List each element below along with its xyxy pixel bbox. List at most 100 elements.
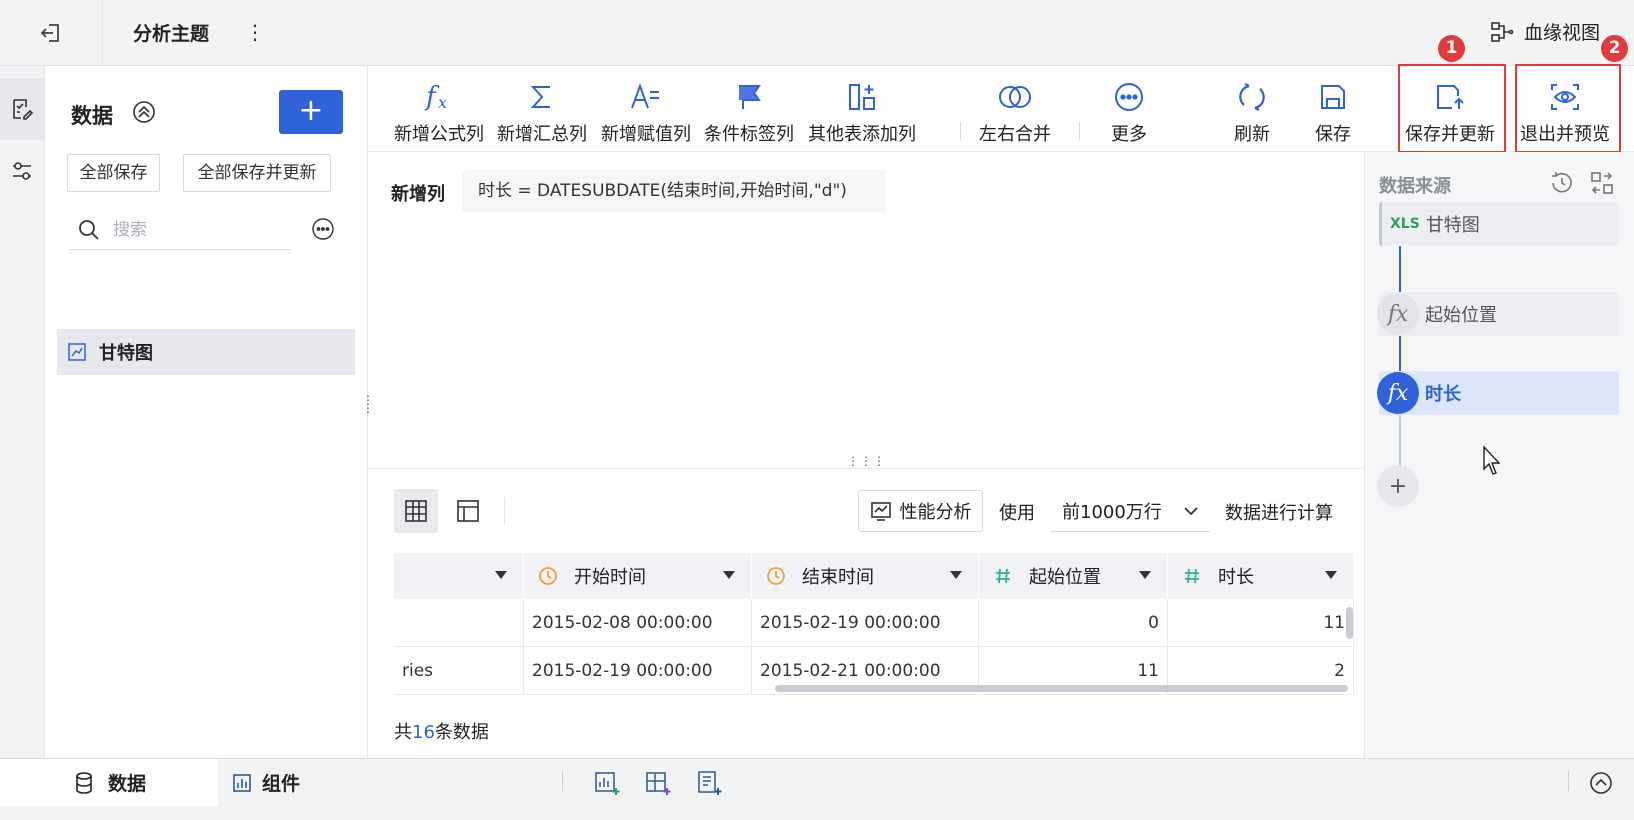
data-source-title: 数据来源 xyxy=(1379,176,1451,197)
bottom-separator xyxy=(562,771,563,791)
tool-label: 更多 xyxy=(1111,124,1147,145)
excel-icon: XLS xyxy=(1390,216,1420,232)
preview-resize-handle[interactable]: ⋮⋮⋮ xyxy=(847,455,886,467)
lineage-view-button[interactable]: 血缘视图 xyxy=(1490,18,1600,45)
table-cell xyxy=(394,599,524,647)
merge-left-right-button[interactable]: 左右合并 xyxy=(975,66,1055,152)
add-report-icon[interactable] xyxy=(696,770,724,796)
column-header-start-position[interactable]: 起始位置 xyxy=(979,553,1168,599)
save-all-button[interactable]: 全部保存 xyxy=(67,154,160,192)
tree-item-gantt[interactable]: 甘特图 xyxy=(57,329,355,375)
merge-icon xyxy=(999,86,1031,108)
dataset-edit-icon xyxy=(13,99,34,120)
clock-icon xyxy=(539,567,557,585)
expand-up-icon[interactable] xyxy=(1588,770,1616,796)
column-header-text[interactable] xyxy=(394,553,524,599)
step-badge-2: 2 xyxy=(1601,35,1628,62)
add-column-from-other-table-button[interactable]: 其他表添加列 xyxy=(805,66,919,152)
caret-down-icon[interactable] xyxy=(495,571,507,579)
table-horizontal-scrollbar[interactable] xyxy=(775,685,1348,692)
layout-view-button[interactable] xyxy=(446,489,490,533)
top-bar: 分析主题 ⋮ 血缘视图 xyxy=(0,0,1634,66)
layout-view-icon xyxy=(457,500,479,522)
condition-tag-column-button[interactable]: 条件标签列 xyxy=(701,66,797,152)
column-name: 开始时间 xyxy=(574,567,646,588)
switch-layout-icon[interactable] xyxy=(1589,170,1615,196)
grid-view-button[interactable] xyxy=(394,489,438,533)
step-source-gantt[interactable]: XLS 甘特图 xyxy=(1379,202,1619,246)
tool-label: 保存 xyxy=(1315,124,1351,145)
search-box xyxy=(69,210,291,250)
table-cell: 2015-02-08 00:00:00 xyxy=(524,599,752,647)
title-more-icon[interactable]: ⋮ xyxy=(245,20,265,44)
save-all-update-button[interactable]: 全部保存并更新 xyxy=(183,154,331,192)
formula-label: 新增列 xyxy=(391,184,445,205)
exit-icon[interactable] xyxy=(36,18,66,48)
add-dataset-button[interactable]: + xyxy=(279,90,343,134)
add-component-icon[interactable] xyxy=(594,770,622,796)
add-assign-column-button[interactable]: 新增赋值列 xyxy=(598,66,694,152)
top-divider xyxy=(102,0,103,66)
more-tools-button[interactable]: 更多 xyxy=(1099,66,1159,152)
history-icon[interactable] xyxy=(1549,170,1575,196)
tab-label: 数据 xyxy=(108,773,147,795)
column-name: 起始位置 xyxy=(1029,567,1101,588)
lineage-label: 血缘视图 xyxy=(1524,22,1601,44)
data-panel: 数据 + 全部保存 全部保存并更新 甘特图 xyxy=(45,66,368,758)
refresh-button[interactable]: 刷新 xyxy=(1222,66,1282,152)
formula-step-icon: fx xyxy=(1377,372,1419,414)
caret-down-icon[interactable] xyxy=(1325,571,1337,579)
caret-down-icon[interactable] xyxy=(950,571,962,579)
row-count-value: 16 xyxy=(412,722,435,743)
step-connector xyxy=(1399,246,1401,298)
add-step-button[interactable]: + xyxy=(1377,465,1419,507)
search-input[interactable] xyxy=(113,216,283,244)
row-limit-select[interactable]: 前1000万行 xyxy=(1050,490,1210,532)
tool-label: 条件标签列 xyxy=(704,124,794,145)
page-title: 分析主题 xyxy=(133,23,210,45)
step-connector xyxy=(1399,415,1401,467)
step-badge-1: 1 xyxy=(1438,35,1465,62)
column-name: 结束时间 xyxy=(802,567,874,588)
svg-text:x: x xyxy=(438,93,447,112)
step-label: 时长 xyxy=(1425,384,1461,405)
step-duration[interactable]: fx 时长 xyxy=(1377,371,1619,415)
formula-step-icon: fx xyxy=(1377,293,1419,335)
save-button[interactable]: 保存 xyxy=(1303,66,1363,152)
caret-down-icon[interactable] xyxy=(1139,571,1151,579)
database-icon xyxy=(76,771,92,794)
add-formula-column-button[interactable]: f x 新增公式列 xyxy=(391,66,487,152)
preview-divider xyxy=(369,468,1363,469)
tool-label: 左右合并 xyxy=(979,124,1051,145)
rail-filter-settings[interactable] xyxy=(0,140,44,202)
table-cell: 0 xyxy=(979,599,1168,647)
row-limit-value: 前1000万行 xyxy=(1062,501,1162,523)
column-header-end-time[interactable]: 结束时间 xyxy=(752,553,979,599)
tab-data[interactable]: 数据 xyxy=(0,759,218,806)
assign-icon xyxy=(631,83,659,109)
more-icon xyxy=(1115,83,1143,111)
collapse-up-icon[interactable] xyxy=(131,99,157,125)
caret-down-icon[interactable] xyxy=(723,571,735,579)
rail-dataset-edit[interactable] xyxy=(0,78,44,140)
add-summary-column-button[interactable]: 新增汇总列 xyxy=(494,66,590,152)
formula-expression[interactable]: 时长 = DATESUBDATE(结束时间,开始时间,"d") xyxy=(462,170,886,212)
clock-icon xyxy=(767,567,785,585)
table-vertical-scrollbar[interactable] xyxy=(1346,607,1353,639)
column-header-duration[interactable]: 时长 xyxy=(1168,553,1354,599)
step-label: 甘特图 xyxy=(1425,215,1480,236)
panel-resize-handle[interactable]: ⋮ ⋮ xyxy=(362,394,374,420)
search-more-icon[interactable] xyxy=(310,216,336,242)
tab-label: 组件 xyxy=(262,773,301,795)
tool-label: 新增公式列 xyxy=(394,124,484,145)
highlight-save-update xyxy=(1398,64,1506,153)
step-start-position[interactable]: fx 起始位置 xyxy=(1377,292,1619,336)
tool-label: 新增赋值列 xyxy=(601,124,691,145)
data-table: 开始时间 结束时间 起始位置 时长 2015-02-08 00:00:00 20… xyxy=(394,553,1354,695)
column-header-start-time[interactable]: 开始时间 xyxy=(524,553,752,599)
add-dashboard-icon[interactable] xyxy=(645,770,673,796)
search-icon xyxy=(79,220,99,240)
performance-analysis-button[interactable]: 性能分析 xyxy=(858,490,983,532)
flag-icon xyxy=(739,85,761,109)
tab-component[interactable]: 组件 xyxy=(232,759,342,806)
